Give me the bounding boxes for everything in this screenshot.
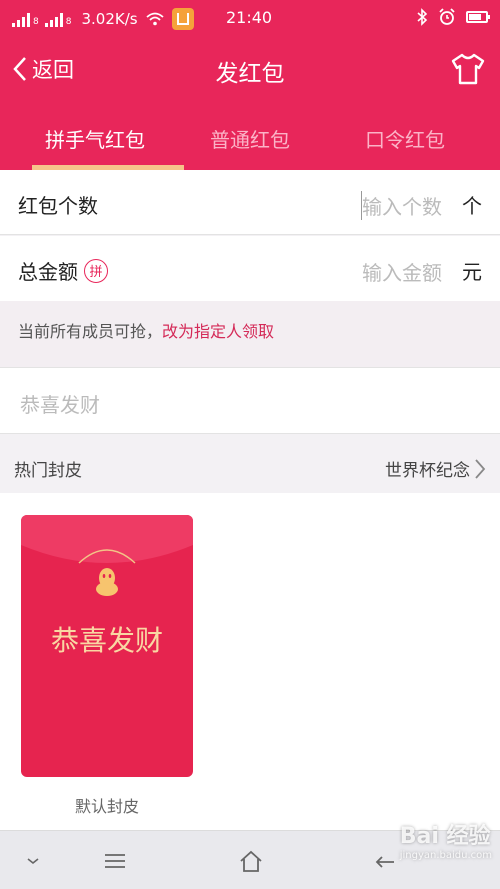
baidu-watermark: Bai 经验 jingyan.baidu.com [400, 818, 492, 861]
chevron-right-icon [475, 458, 486, 479]
lucky-badge: 拼 [84, 258, 108, 283]
total-amount-input[interactable]: 输入金额 [362, 257, 442, 286]
status-right [416, 8, 490, 26]
packet-count-label: 红包个数 [18, 194, 98, 218]
greeting-row: 恭喜发财 [0, 367, 500, 433]
wifi-icon [145, 12, 164, 26]
net-speed: 3.02K/s [81, 10, 138, 28]
notice-text: 当前所有成员可抢， [18, 322, 163, 341]
chevron-down-icon[interactable] [18, 847, 48, 875]
tab-bar: 拼手气红包 普通红包 口令红包 [0, 104, 500, 170]
status-bar: 8 8 3.02K/s 21:40 [0, 0, 500, 36]
total-amount-row: 总金额 拼 输入金额 元 [0, 236, 500, 301]
envelope-text: 恭喜发财 [50, 624, 163, 657]
assign-recipient-link[interactable]: 改为指定人领取 [162, 322, 274, 341]
total-amount-label: 总金额 [18, 260, 78, 284]
alarm-icon [439, 8, 455, 25]
total-amount-unit: 元 [462, 260, 482, 284]
tab-lucky-packet[interactable]: 拼手气红包 [0, 104, 190, 170]
app-header: 返回 发红包 [0, 36, 500, 104]
skin-section-header: 热门封皮 世界杯纪念 [0, 433, 500, 493]
signal-icon: 8 [12, 11, 39, 27]
skin-list: 恭喜发财 默认封皮 [0, 493, 500, 830]
tab-password-packet[interactable]: 口令红包 [310, 104, 500, 170]
book-icon [171, 8, 194, 30]
signal-icon: 8 [44, 11, 71, 27]
watermark-url: jingyan.baidu.com [399, 850, 492, 861]
packet-count-row: 红包个数 输入个数 个 [0, 170, 500, 235]
home-icon[interactable] [236, 847, 266, 875]
status-left: 8 8 3.02K/s [12, 8, 194, 30]
status-time: 21:40 [226, 8, 273, 27]
greeting-input[interactable]: 恭喜发财 [20, 389, 100, 418]
skin-more-label: 世界杯纪念 [385, 461, 470, 481]
default-skin-caption: 默认封皮 [74, 797, 139, 816]
shirt-icon[interactable] [450, 52, 486, 86]
menu-icon[interactable] [100, 847, 130, 875]
battery-icon [466, 11, 490, 23]
bluetooth-icon [417, 8, 428, 26]
penguin-icon [96, 568, 118, 596]
default-skin-envelope[interactable]: 恭喜发财 [21, 515, 193, 777]
total-amount-label-group: 总金额 拼 [18, 256, 108, 285]
back-nav-icon[interactable] [372, 847, 402, 875]
skin-more-link[interactable]: 世界杯纪念 [385, 456, 486, 481]
packet-count-input[interactable]: 输入个数 [361, 191, 442, 220]
watermark-brand: Bai 经验 [399, 824, 491, 849]
notice-text-group: 当前所有成员可抢，改为指定人领取 [18, 318, 274, 342]
recipient-notice: 当前所有成员可抢，改为指定人领取 [0, 301, 500, 367]
skin-section-title: 热门封皮 [14, 461, 82, 481]
tab-normal-packet[interactable]: 普通红包 [190, 104, 310, 170]
packet-count-unit: 个 [462, 194, 482, 218]
page-title: 发红包 [215, 61, 285, 87]
